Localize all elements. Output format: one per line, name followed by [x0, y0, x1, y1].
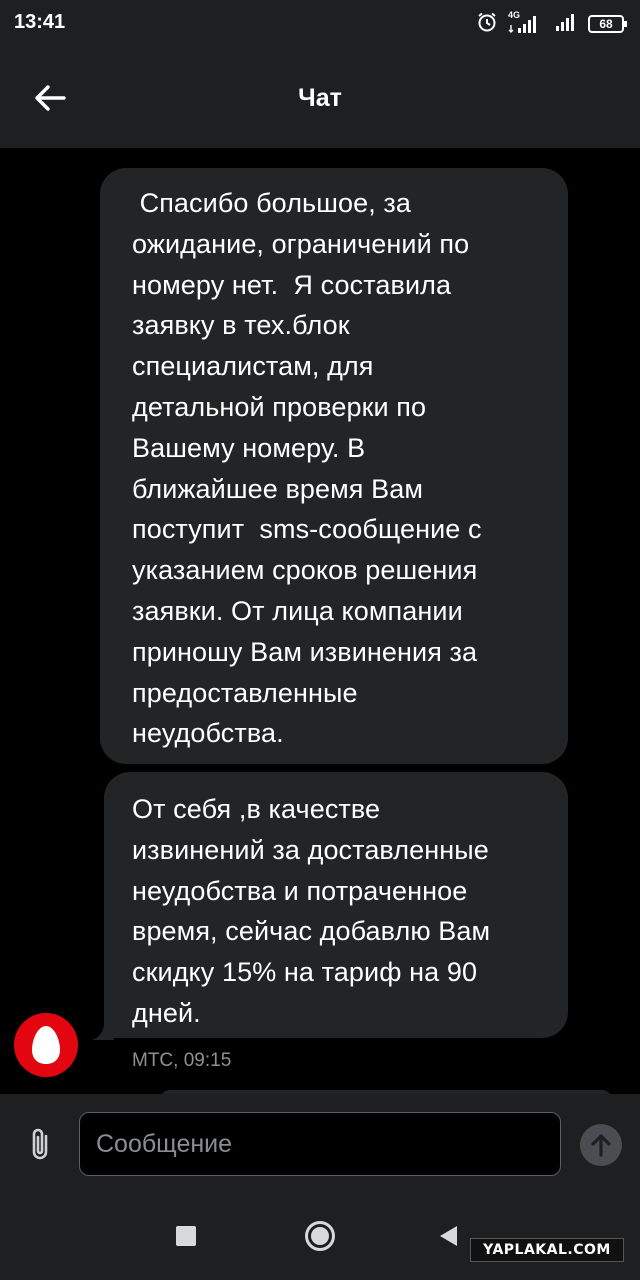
app-bar: Чат — [0, 50, 640, 148]
system-navigation-bar — [0, 1192, 640, 1280]
mobile-signal-4g-icon: 4G — [508, 10, 542, 35]
paperclip-icon — [32, 1128, 48, 1160]
alarm-icon — [476, 11, 498, 38]
avatar[interactable] — [14, 1013, 78, 1077]
bubble-tail — [92, 1024, 114, 1040]
status-icons: 4G 68 — [476, 10, 628, 38]
circle-icon — [305, 1221, 335, 1251]
mts-egg-logo-icon — [32, 1026, 60, 1064]
battery-level: 68 — [599, 17, 613, 31]
signal-icon — [552, 11, 578, 38]
page-title: Чат — [298, 84, 342, 112]
send-button[interactable] — [580, 1124, 622, 1166]
input-bar — [0, 1094, 640, 1192]
message-sender-time: МТС, 09:15 — [132, 1050, 232, 1071]
square-icon — [176, 1226, 196, 1246]
chat-screen: 13:41 4G 68 Чат Спасибо большое, за ожид… — [0, 0, 640, 1280]
message-bubble: Спасибо большое, за ожидание, ограничени… — [100, 168, 568, 764]
watermark-logo: YAPLAKAL.COM — [470, 1238, 624, 1262]
triangle-back-icon — [440, 1226, 457, 1246]
home-button[interactable] — [298, 1214, 342, 1258]
message-bubble: От себя ,в качестве извинений за доставл… — [104, 772, 568, 1038]
top-bars: 13:41 4G 68 Чат — [0, 0, 640, 148]
arrow-up-icon — [591, 1134, 611, 1157]
recents-button[interactable] — [164, 1214, 208, 1258]
back-nav-button[interactable] — [426, 1214, 470, 1258]
battery-icon: 68 — [588, 14, 628, 34]
message-list[interactable]: Спасибо большое, за ожидание, ограничени… — [0, 148, 640, 1094]
message-input[interactable] — [79, 1112, 561, 1176]
attach-button[interactable] — [18, 1122, 62, 1166]
status-time: 13:41 — [14, 11, 66, 33]
status-bar: 13:41 4G 68 — [0, 0, 640, 50]
